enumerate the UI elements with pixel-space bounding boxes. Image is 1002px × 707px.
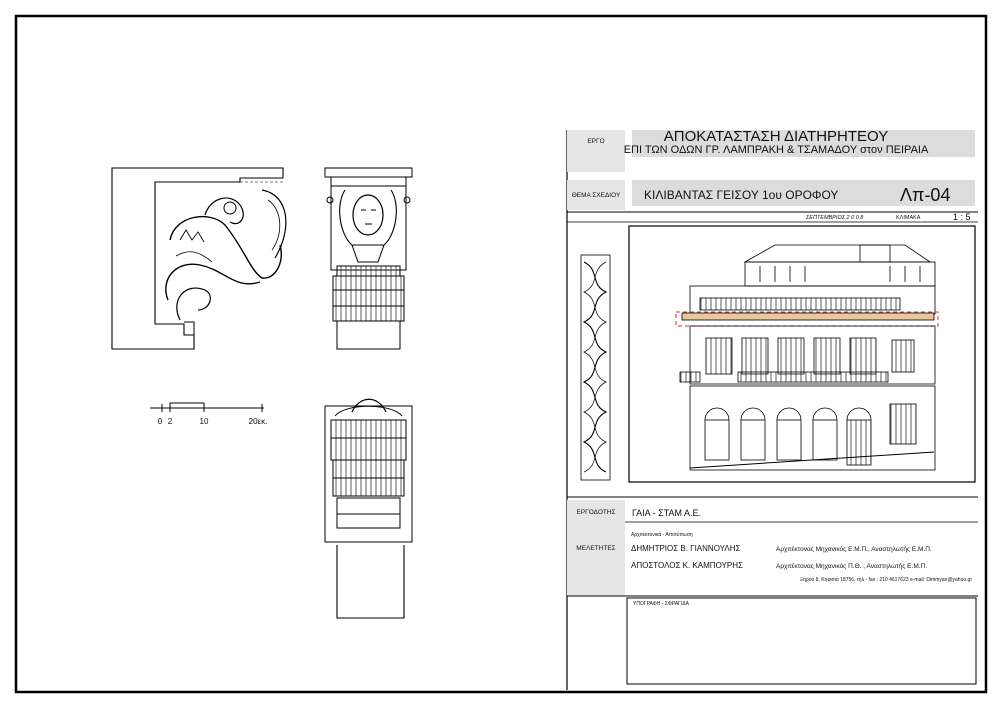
drawing-scale: 1 : 5	[953, 212, 971, 222]
designer2-name: ΑΠΟΣΤΟΛΟΣ Κ. ΚΑΜΠΟΥΡΗΣ	[631, 561, 743, 570]
facade-elevation-thumbnail	[628, 225, 976, 483]
designers-label: ΜΕΛΕΤΗΤΕΣ	[576, 545, 615, 552]
project-title-line1: ΑΠΟΚΑΤΑΣΤΑΣΗ ΔΙΑΤΗΡΗΤΕΟΥ	[664, 128, 889, 145]
bracket-plan-view	[324, 398, 413, 619]
designer1-role: Αρχιτέκτονας Μηχανικός Ε.Μ.Π., Αναστηλωτ…	[776, 545, 932, 553]
drawing-date: ΣΕΠΤΕΜΒΡΙΟΣ 2 0 0 8	[805, 215, 864, 221]
bracket-front-elevation	[324, 167, 413, 350]
scale-label: ΚΛΙΜΑΚΑ	[896, 215, 921, 221]
scale-bar-label: 2	[168, 417, 173, 426]
contact-info: Ξηρού 8, Κηφισιά 18756, τηλ - fax : 210 …	[800, 576, 972, 583]
designer2-role: Αρχιτέκτονας Μηχανικός Π.Θ. , Αναστηλωτή…	[776, 562, 927, 570]
scale-bar-label: 10	[200, 417, 209, 426]
scale-bar-label: 0	[158, 417, 163, 426]
scale-bar-label: 20εκ.	[249, 417, 268, 426]
bracket-side-elevation	[111, 167, 287, 350]
designer1-name: ΔΗΜΗΤΡΙΟΣ Β. ΓΙΑΝΝΟΥΛΗΣ	[631, 544, 741, 553]
drawing-sheet: 0 2 10 20εκ. ΕΡΓΟ ΑΠΟΚΑΤΑΣΤΑΣΗ ΔΙΑΤΗΡΗΤΕ…	[14, 14, 988, 694]
cornice-strip-detail	[580, 254, 611, 481]
subject-label: ΘΕΜΑ ΣΧΕΔΙΟΥ	[572, 192, 621, 199]
project-title-line2: ΕΠΙ ΤΩΝ ΟΔΩΝ ΓΡ. ΛΑΜΠΡΑΚΗ & ΤΣΑΜΑΔΟΥ στο…	[624, 144, 929, 156]
drawing-subject: ΚΙΛΙΒΑΝΤΑΣ ΓΕΙΣΟΥ 1ου ΟΡΟΦΟΥ	[644, 188, 838, 202]
scale-bar	[150, 402, 264, 412]
client-name: ΓΑΙΑ - ΣΤΑΜ Α.Ε.	[632, 508, 701, 518]
project-label: ΕΡΓΟ	[587, 138, 604, 145]
drawing-code: Λπ-04	[900, 185, 950, 205]
client-label: ΕΡΓΟΔΟΤΗΣ	[576, 509, 615, 516]
designers-caption: Αρχιτεκτονικά - Αποτύπωση	[631, 531, 693, 538]
signature-label: ΥΠΟΓΡΑΦΗ - ΣΦΡΑΓΙΔΑ	[633, 601, 690, 607]
